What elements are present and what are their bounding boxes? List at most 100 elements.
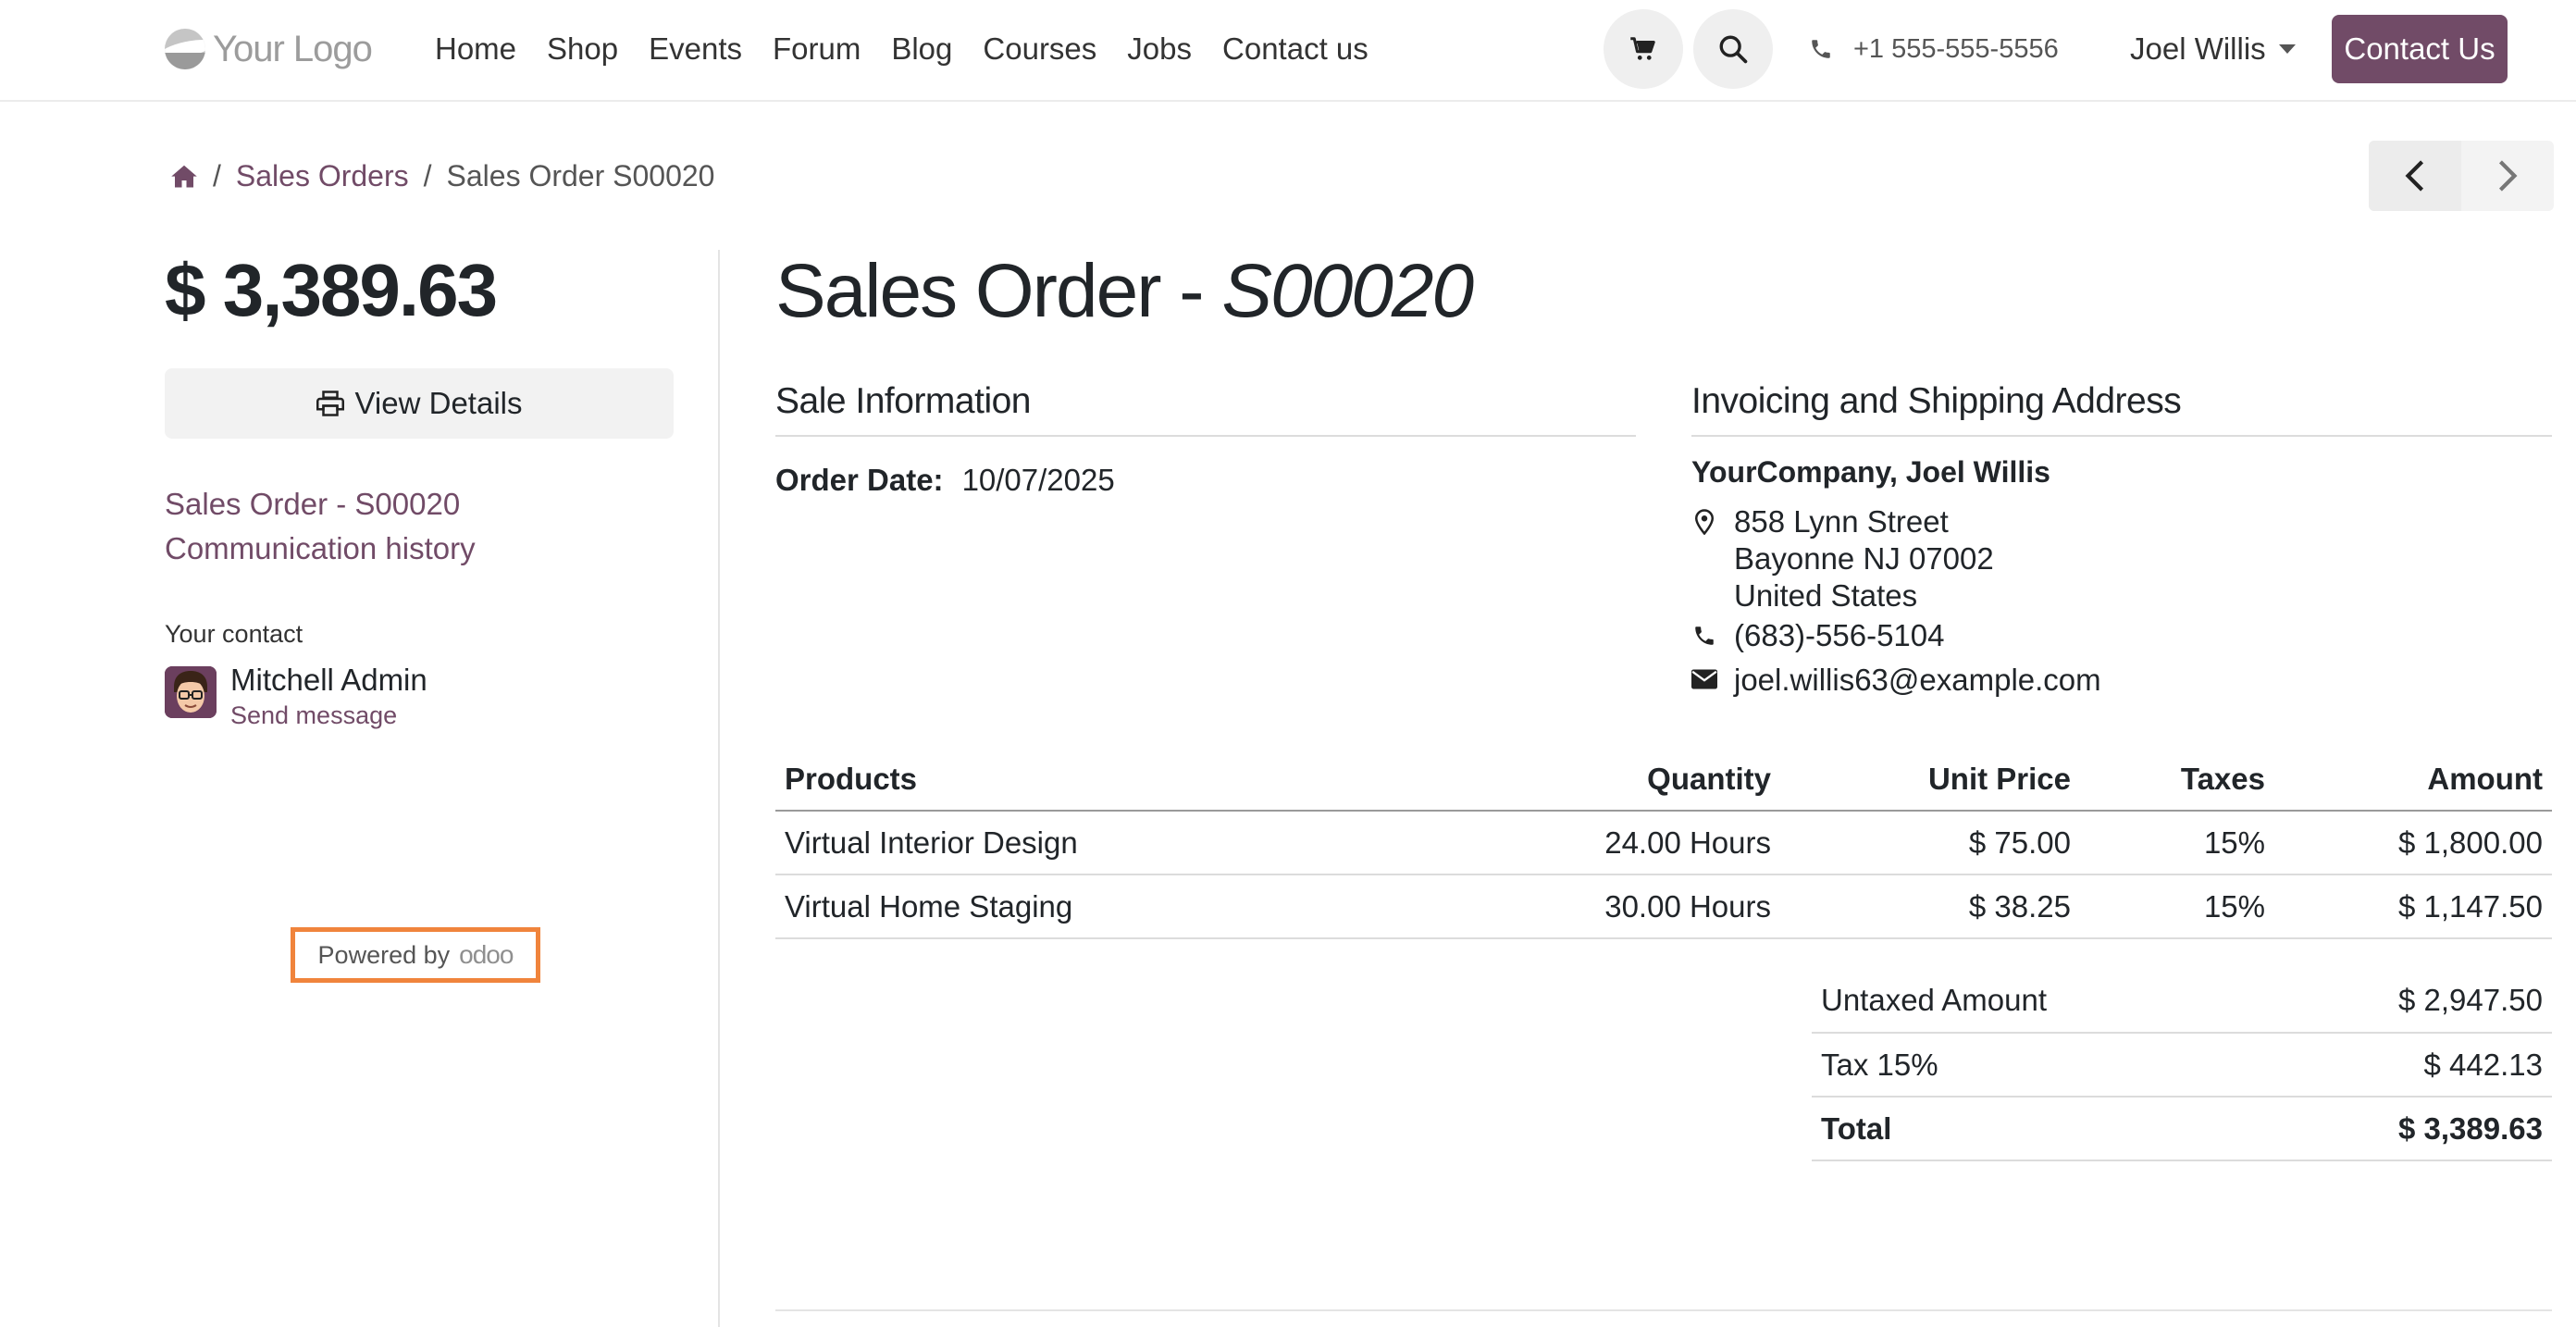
record-pager [2369,141,2554,211]
nav-courses[interactable]: Courses [983,26,1096,72]
untaxed-label: Untaxed Amount [1812,969,2257,1034]
cell-taxes: 15% [2080,874,2274,939]
totals-table: Untaxed Amount $ 2,947.50 Tax 15% $ 442.… [1812,969,2552,1161]
phone-number: +1 555-555-5556 [1853,34,2059,64]
logo-text: Your Logo [213,28,373,69]
cell-amount: $ 1,800.00 [2274,811,2552,875]
top-navbar: Your Logo Home Shop Events Forum Blog Co… [0,0,2576,102]
main-menu: Home Shop Events Forum Blog Courses Jobs… [435,26,1368,72]
total-label: Total [1812,1097,2257,1161]
address-city: Bayonne NJ 07002 [1734,541,1994,576]
column-header-products: Products [775,748,1479,812]
cell-quantity: 24.00 Hours [1479,811,1780,875]
table-row: Virtual Interior Design 24.00 Hours $ 75… [775,811,2552,875]
cart-button[interactable] [1604,9,1683,89]
totals-row-total: Total $ 3,389.63 [1812,1097,2552,1161]
address-email: joel.willis63@example.com [1691,663,2101,698]
untaxed-value: $ 2,947.50 [2256,969,2552,1034]
logo[interactable]: Your Logo [165,24,373,74]
address-phone-value: (683)-556-5104 [1734,618,1945,652]
powered-by-label: Powered by [317,940,451,969]
address-email-value: joel.willis63@example.com [1734,663,2101,697]
breadcrumb: / Sales Orders / Sales Order S00020 [170,154,714,198]
map-marker-icon [1695,509,1714,535]
address-block: 858 Lynn Street Bayonne NJ 07002 United … [1691,503,1994,614]
cell-unit-price: $ 75.00 [1780,811,2080,875]
cell-product: Virtual Interior Design [775,811,1479,875]
order-date: Order Date: 10/07/2025 [775,463,1115,498]
user-name: Joel Willis [2130,31,2266,66]
breadcrumb-separator: / [423,159,432,192]
nav-forum[interactable]: Forum [773,26,861,72]
view-details-button[interactable]: View Details [165,368,674,439]
send-message-link[interactable]: Send message [230,701,397,730]
header-phone[interactable]: +1 555-555-5556 [1809,26,2059,72]
column-header-amount: Amount [2274,748,2552,812]
address-company: YourCompany, Joel Willis [1691,455,2050,489]
cell-product: Virtual Home Staging [775,874,1479,939]
address-street: 858 Lynn Street [1734,504,1949,539]
sidebar-divider [718,250,720,1327]
breadcrumb-current: Sales Order S00020 [446,159,715,192]
address-phone: (683)-556-5104 [1691,618,1945,653]
table-header-row: Products Quantity Unit Price Taxes Amoun… [775,748,2552,812]
order-date-value: 10/07/2025 [961,463,1115,497]
tax-value: $ 442.13 [2256,1033,2552,1098]
section-divider [775,435,1636,437]
phone-icon [1812,40,1830,58]
title-prefix: Sales Order - [775,249,1222,333]
order-date-label: Order Date: [775,463,944,497]
sales-order-link[interactable]: Sales Order - S00020 [165,487,460,522]
nav-contact-us[interactable]: Contact us [1222,26,1368,72]
previous-button[interactable] [2369,141,2461,211]
home-icon[interactable] [170,163,198,189]
section-divider [1691,435,2552,437]
address-heading: Invoicing and Shipping Address [1691,381,2182,421]
column-header-quantity: Quantity [1479,748,1780,812]
search-button[interactable] [1693,9,1773,89]
contact-us-button[interactable]: Contact Us [2332,15,2508,83]
table-row: Virtual Home Staging 30.00 Hours $ 38.25… [775,874,2552,939]
cell-taxes: 15% [2080,811,2274,875]
user-menu[interactable]: Joel Willis [2130,26,2296,72]
nav-events[interactable]: Events [649,26,742,72]
avatar [165,666,217,718]
chevron-left-icon [2405,160,2424,192]
title-reference: S00020 [1221,249,1474,333]
order-total-amount: $ 3,389.63 [165,249,498,331]
totals-row-untaxed: Untaxed Amount $ 2,947.50 [1812,969,2552,1034]
sale-information-heading: Sale Information [775,381,1032,421]
nav-jobs[interactable]: Jobs [1127,26,1192,72]
contact-label: Your contact [165,620,303,648]
content-divider [775,1309,2552,1311]
cell-unit-price: $ 38.25 [1780,874,2080,939]
phone-icon [1695,626,1714,645]
address-country: United States [1734,578,1918,613]
page-title: Sales Order - S00020 [775,248,1474,335]
chevron-right-icon [2498,160,2518,192]
powered-by-badge[interactable]: Powered by odoo [291,927,540,983]
breadcrumb-sales-orders[interactable]: Sales Orders [236,154,409,198]
nav-home[interactable]: Home [435,26,516,72]
order-lines-table: Products Quantity Unit Price Taxes Amoun… [775,748,2552,939]
envelope-icon [1691,669,1717,689]
cell-quantity: 30.00 Hours [1479,874,1780,939]
logo-icon [165,29,205,69]
nav-shop[interactable]: Shop [547,26,618,72]
tax-label: Tax 15% [1812,1033,2257,1098]
printer-icon [316,391,344,416]
breadcrumb-separator: / [213,159,221,192]
view-details-label: View Details [354,386,523,420]
total-value: $ 3,389.63 [2256,1097,2552,1161]
communication-history-link[interactable]: Communication history [165,531,476,566]
column-header-taxes: Taxes [2080,748,2274,812]
cell-amount: $ 1,147.50 [2274,874,2552,939]
totals-row-tax: Tax 15% $ 442.13 [1812,1033,2552,1098]
column-header-unit-price: Unit Price [1780,748,2080,812]
caret-down-icon [2278,44,2296,54]
next-button[interactable] [2461,141,2554,211]
contact-name: Mitchell Admin [230,663,427,697]
nav-blog[interactable]: Blog [891,26,952,72]
odoo-logo: odoo [459,940,514,969]
search-icon [1719,35,1748,64]
